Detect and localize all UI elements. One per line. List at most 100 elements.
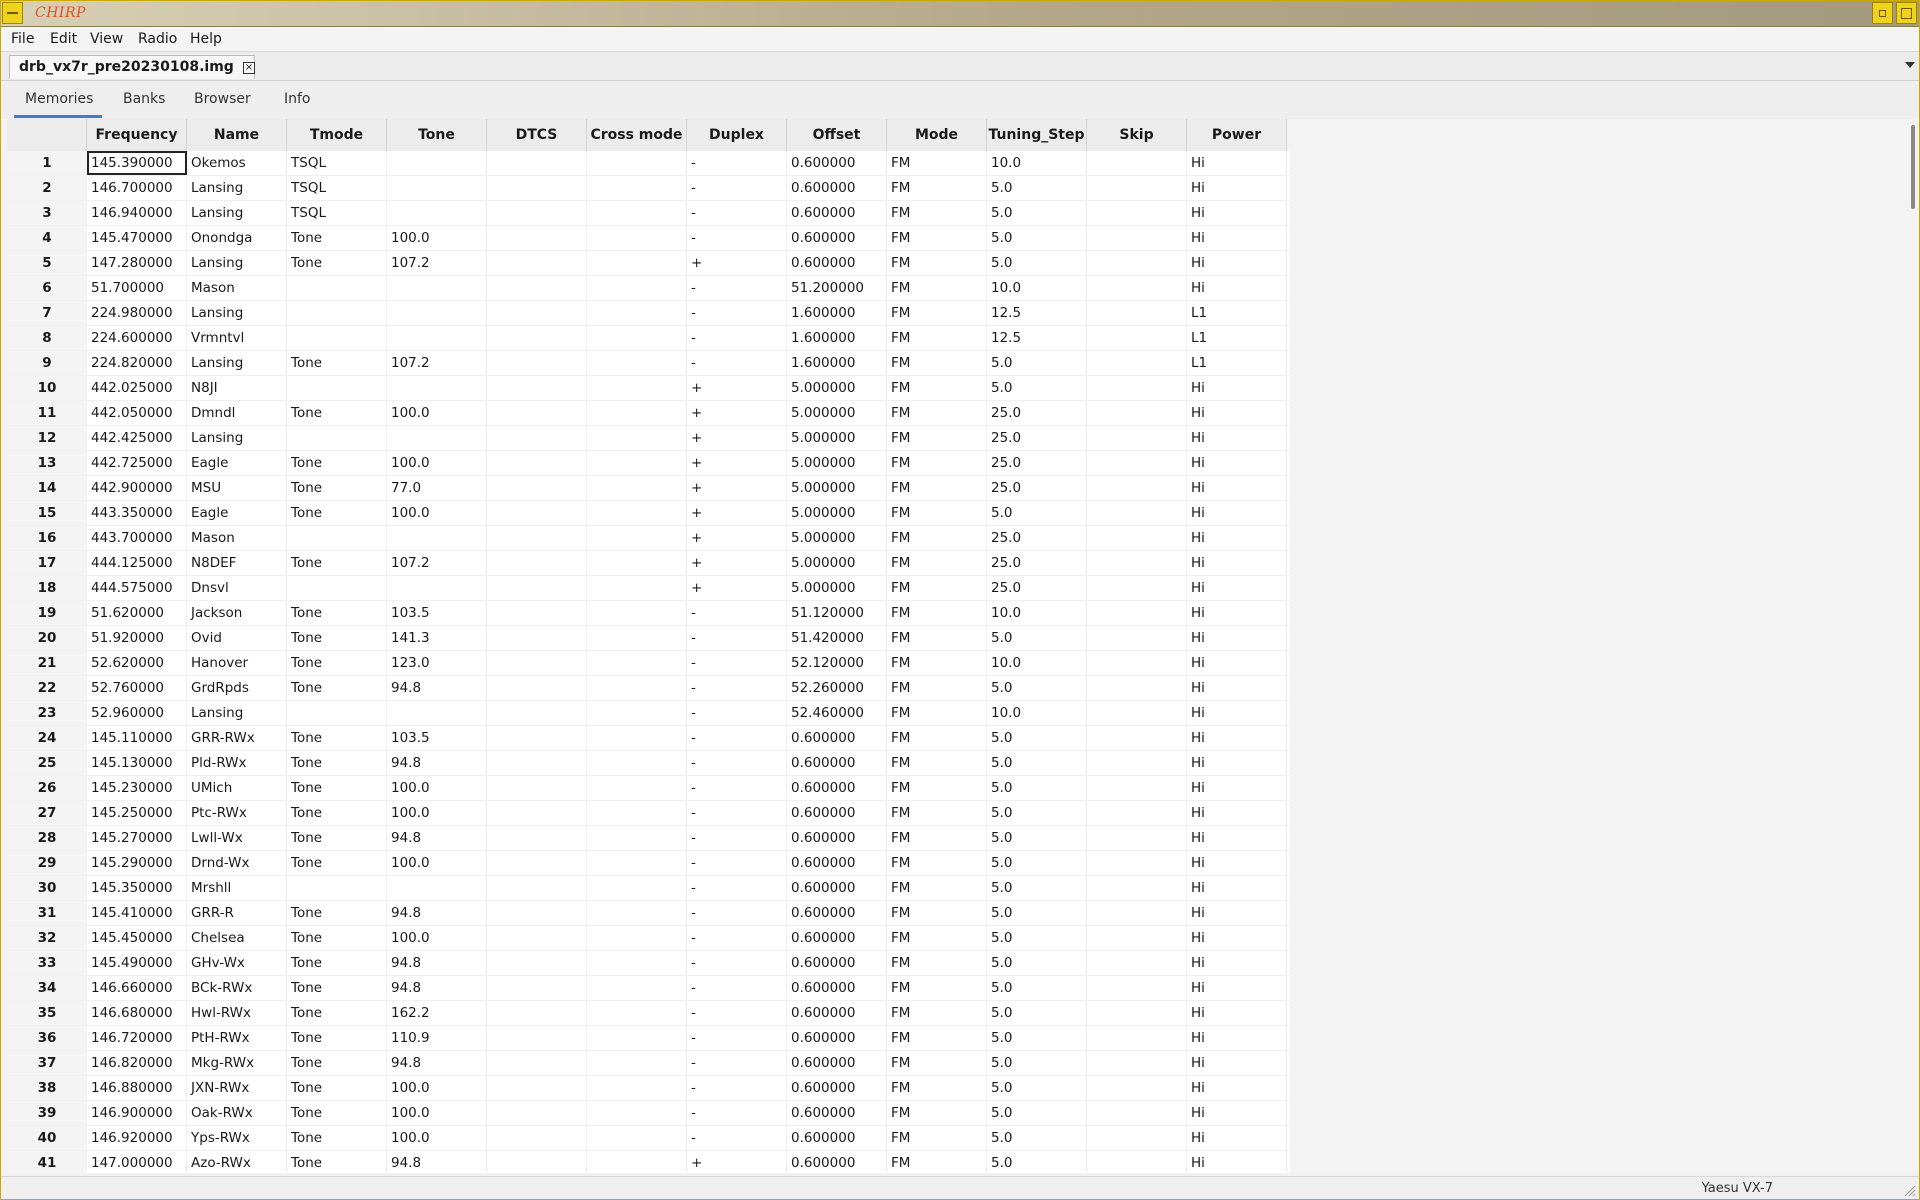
cell-dtcs[interactable] xyxy=(487,426,587,450)
cell-offset[interactable]: 0.600000 xyxy=(787,826,887,850)
menu-radio[interactable]: Radio xyxy=(138,31,177,47)
cell-power[interactable]: Hi xyxy=(1187,476,1287,500)
cell-duplex[interactable]: - xyxy=(687,176,787,200)
cell-cross-mode[interactable] xyxy=(587,426,687,450)
cell-tmode[interactable]: Tone xyxy=(287,501,387,525)
cell-name[interactable]: Lansing xyxy=(187,301,287,325)
cell-offset[interactable]: 0.600000 xyxy=(787,751,887,775)
cell-duplex[interactable]: + xyxy=(687,526,787,550)
cell-frequency[interactable]: 146.660000 xyxy=(87,976,187,1000)
cell-mode[interactable]: FM xyxy=(887,726,987,750)
cell-tuning-step[interactable]: 12.5 xyxy=(987,301,1087,325)
cell-tmode[interactable]: Tone xyxy=(287,776,387,800)
cell-offset[interactable]: 0.600000 xyxy=(787,1051,887,1075)
cell-tmode[interactable]: Tone xyxy=(287,1026,387,1050)
cell-tuning-step[interactable]: 5.0 xyxy=(987,776,1087,800)
cell-power[interactable]: Hi xyxy=(1187,676,1287,700)
cell-skip[interactable] xyxy=(1087,851,1187,875)
cell-offset[interactable]: 0.600000 xyxy=(787,176,887,200)
cell-skip[interactable] xyxy=(1087,676,1187,700)
cell-power[interactable]: Hi xyxy=(1187,901,1287,925)
cell-tuning-step[interactable]: 25.0 xyxy=(987,576,1087,600)
row-number[interactable]: 41 xyxy=(7,1151,87,1173)
window-menu-icon[interactable] xyxy=(2,2,23,24)
cell-tuning-step[interactable]: 5.0 xyxy=(987,626,1087,650)
cell-tuning-step[interactable]: 25.0 xyxy=(987,551,1087,575)
cell-cross-mode[interactable] xyxy=(587,976,687,1000)
row-number[interactable]: 7 xyxy=(7,301,87,325)
cell-skip[interactable] xyxy=(1087,951,1187,975)
cell-power[interactable]: Hi xyxy=(1187,1101,1287,1125)
cell-tuning-step[interactable]: 5.0 xyxy=(987,226,1087,250)
cell-duplex[interactable]: - xyxy=(687,276,787,300)
cell-mode[interactable]: FM xyxy=(887,226,987,250)
table-row[interactable]: 40 146.920000 Yps-RWx Tone 100.0 -0.600000 FM 5… xyxy=(7,1126,1290,1151)
table-row[interactable]: 36 146.720000 PtH-RWx Tone 110.9 -0.600000 FM 5… xyxy=(7,1026,1290,1051)
cell-offset[interactable]: 52.260000 xyxy=(787,676,887,700)
cell-name[interactable]: Lansing xyxy=(187,701,287,725)
cell-mode[interactable]: FM xyxy=(887,926,987,950)
cell-name[interactable]: Eagle xyxy=(187,501,287,525)
cell-tone[interactable]: 100.0 xyxy=(387,501,487,525)
cell-tone[interactable] xyxy=(387,301,487,325)
cell-duplex[interactable]: - xyxy=(687,301,787,325)
table-row[interactable]: 27 145.250000 Ptc-RWx Tone 100.0 -0.600000 FM 5… xyxy=(7,801,1290,826)
cell-dtcs[interactable] xyxy=(487,701,587,725)
cell-mode[interactable]: FM xyxy=(887,276,987,300)
table-row[interactable]: 5 147.280000 Lansing Tone 107.2 +0.600000 FM 5.… xyxy=(7,251,1290,276)
tab-memories[interactable]: Memories xyxy=(25,91,93,107)
cell-offset[interactable]: 0.600000 xyxy=(787,1001,887,1025)
cell-tmode[interactable]: Tone xyxy=(287,1076,387,1100)
row-number[interactable]: 10 xyxy=(7,376,87,400)
cell-tone[interactable]: 107.2 xyxy=(387,351,487,375)
cell-power[interactable]: L1 xyxy=(1187,351,1287,375)
cell-tuning-step[interactable]: 10.0 xyxy=(987,151,1087,175)
table-row[interactable]: 14 442.900000 MSU Tone 77.0 +5.000000 FM 25.0 Hi xyxy=(7,476,1290,501)
table-row[interactable]: 39 146.900000 Oak-RWx Tone 100.0 -0.600000 FM 5… xyxy=(7,1101,1290,1126)
cell-mode[interactable]: FM xyxy=(887,1076,987,1100)
cell-mode[interactable]: FM xyxy=(887,951,987,975)
column-header-duplex[interactable]: Duplex xyxy=(687,119,787,151)
cell-duplex[interactable]: - xyxy=(687,351,787,375)
row-number[interactable]: 39 xyxy=(7,1101,87,1125)
cell-tmode[interactable] xyxy=(287,301,387,325)
cell-dtcs[interactable] xyxy=(487,601,587,625)
cell-power[interactable]: Hi xyxy=(1187,251,1287,275)
cell-tmode[interactable]: Tone xyxy=(287,601,387,625)
row-number[interactable]: 35 xyxy=(7,1001,87,1025)
cell-dtcs[interactable] xyxy=(487,376,587,400)
cell-skip[interactable] xyxy=(1087,526,1187,550)
cell-cross-mode[interactable] xyxy=(587,676,687,700)
cell-mode[interactable]: FM xyxy=(887,501,987,525)
cell-offset[interactable]: 0.600000 xyxy=(787,951,887,975)
cell-mode[interactable]: FM xyxy=(887,601,987,625)
cell-cross-mode[interactable] xyxy=(587,701,687,725)
cell-dtcs[interactable] xyxy=(487,176,587,200)
table-row[interactable]: 13 442.725000 Eagle Tone 100.0 +5.000000 FM 25.… xyxy=(7,451,1290,476)
cell-duplex[interactable]: + xyxy=(687,251,787,275)
cell-name[interactable]: GHv-Wx xyxy=(187,951,287,975)
cell-tuning-step[interactable]: 25.0 xyxy=(987,451,1087,475)
cell-skip[interactable] xyxy=(1087,401,1187,425)
cell-dtcs[interactable] xyxy=(487,151,587,175)
table-row[interactable]: 21 52.620000 Hanover Tone 123.0 -52.120000 FM 1… xyxy=(7,651,1290,676)
cell-frequency[interactable]: 444.575000 xyxy=(87,576,187,600)
cell-dtcs[interactable] xyxy=(487,501,587,525)
cell-name[interactable]: Lansing xyxy=(187,251,287,275)
row-number[interactable]: 34 xyxy=(7,976,87,1000)
cell-duplex[interactable]: - xyxy=(687,676,787,700)
table-row[interactable]: 16 443.700000 Mason +5.000000 FM 25.0 Hi xyxy=(7,526,1290,551)
cell-power[interactable]: Hi xyxy=(1187,1051,1287,1075)
cell-offset[interactable]: 0.600000 xyxy=(787,776,887,800)
cell-duplex[interactable]: - xyxy=(687,226,787,250)
cell-name[interactable]: Lansing xyxy=(187,176,287,200)
cell-name[interactable]: Hanover xyxy=(187,651,287,675)
cell-name[interactable]: MSU xyxy=(187,476,287,500)
cell-tmode[interactable]: Tone xyxy=(287,1126,387,1150)
cell-tuning-step[interactable]: 10.0 xyxy=(987,601,1087,625)
cell-duplex[interactable]: - xyxy=(687,601,787,625)
cell-duplex[interactable]: - xyxy=(687,876,787,900)
cell-tuning-step[interactable]: 5.0 xyxy=(987,351,1087,375)
cell-cross-mode[interactable] xyxy=(587,801,687,825)
cell-cross-mode[interactable] xyxy=(587,326,687,350)
